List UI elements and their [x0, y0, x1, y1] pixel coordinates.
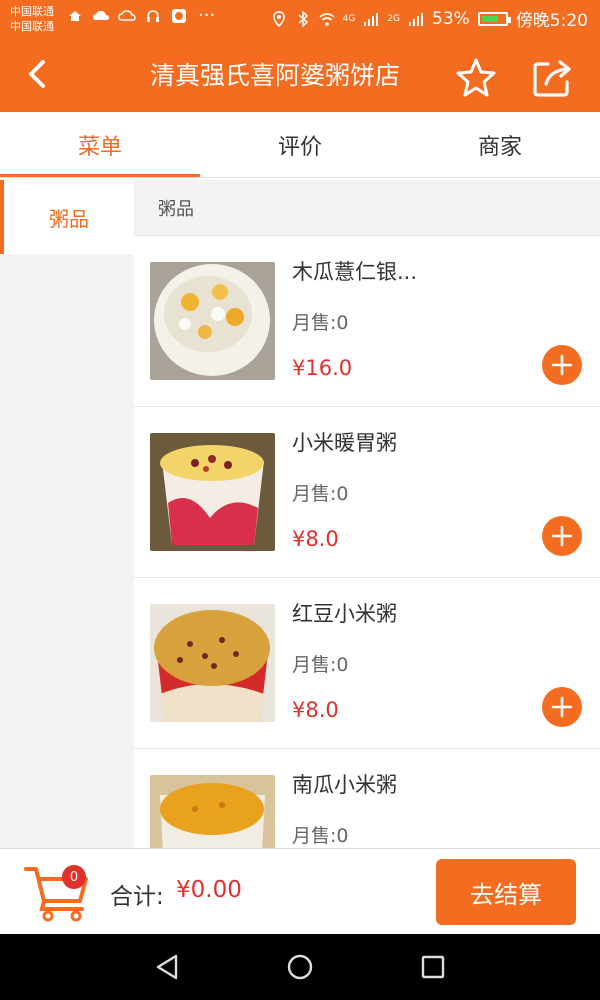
product-item[interactable]: 红豆小米粥 月售:0 ¥8.0	[134, 578, 600, 749]
back-chevron-icon	[29, 60, 45, 88]
cloud-icon	[93, 11, 109, 20]
status-bar: 中国联通 中国联通 ··· 4G 2G 53% 傍晚5:20	[0, 0, 600, 38]
product-name: 木瓜薏仁银...	[292, 260, 418, 284]
app-notification-icon	[172, 9, 186, 23]
product-price: ¥8.0	[292, 527, 339, 551]
tab-reviews[interactable]: 评价	[200, 112, 400, 177]
product-price: ¥16.0	[292, 356, 353, 380]
nav-home-button[interactable]	[285, 952, 315, 982]
tab-bar: 菜单 评价 商家	[0, 112, 600, 178]
product-item[interactable]: 木瓜薏仁银... 月售:0 ¥16.0	[134, 236, 600, 407]
cart-bar: 0 合计: ¥0.00 去结算	[0, 848, 600, 934]
tab-merchant[interactable]: 商家	[400, 112, 600, 177]
back-button[interactable]	[18, 54, 58, 94]
headset-icon	[147, 10, 159, 22]
add-to-cart-button[interactable]	[542, 687, 582, 727]
notification-icons: ···	[66, 5, 216, 26]
checkout-button[interactable]: 去结算	[436, 859, 576, 925]
product-item[interactable]: 南瓜小米粥 月售:0	[134, 749, 600, 848]
title-bar: 清真强氏喜阿婆粥饼店	[0, 38, 600, 112]
product-monthly-sales: 月售:0	[292, 825, 349, 847]
nav-recents-button[interactable]	[418, 952, 448, 982]
status-right: 4G 2G 53% 傍晚5:20	[271, 6, 588, 31]
location-icon	[272, 10, 285, 27]
cart-count-badge: 0	[62, 865, 86, 889]
product-image	[150, 604, 275, 722]
share-icon	[533, 60, 571, 97]
favorite-button[interactable]	[452, 54, 500, 102]
tab-menu[interactable]: 菜单	[0, 112, 200, 177]
plus-icon	[551, 525, 573, 547]
signal-2-icon	[409, 12, 424, 26]
nav-back-button[interactable]	[152, 952, 182, 982]
star-icon	[456, 58, 496, 97]
clock: 傍晚5:20	[515, 11, 588, 31]
product-list[interactable]: 粥品 木瓜薏仁银... 月售:0 ¥16.0 小米暖胃粥 月售:0 ¥8.0 红…	[134, 180, 600, 848]
product-price: ¥8.0	[292, 698, 339, 722]
product-name: 红豆小米粥	[292, 602, 397, 626]
section-header: 粥品	[134, 180, 600, 236]
carrier-labels: 中国联通 中国联通	[10, 4, 54, 34]
add-to-cart-button[interactable]	[542, 345, 582, 385]
product-image	[150, 433, 275, 551]
app-header: 中国联通 中国联通 ··· 4G 2G 53% 傍晚5:20 清真强氏喜阿婆粥饼…	[0, 0, 600, 112]
carrier-1: 中国联通	[10, 5, 54, 18]
product-monthly-sales: 月售:0	[292, 312, 349, 334]
category-item-porridge[interactable]: 粥品	[0, 180, 134, 254]
product-image	[150, 262, 275, 380]
more-notifications: ···	[198, 5, 216, 26]
bluetooth-icon	[298, 10, 308, 27]
add-to-cart-button[interactable]	[542, 516, 582, 556]
carrier-2: 中国联通	[10, 20, 54, 33]
product-name: 小米暖胃粥	[292, 431, 397, 455]
plus-icon	[551, 354, 573, 376]
category-sidebar: 粥品	[0, 180, 134, 848]
product-monthly-sales: 月售:0	[292, 483, 349, 505]
share-button[interactable]	[528, 54, 576, 102]
plus-icon	[551, 696, 573, 718]
triangle-back-icon	[156, 954, 178, 980]
weather-icon	[118, 10, 136, 21]
wifi-icon	[319, 12, 335, 26]
total-amount: ¥0.00	[176, 877, 242, 903]
battery-icon	[477, 11, 511, 26]
battery-percent: 53%	[432, 8, 470, 29]
square-recents-icon	[421, 955, 445, 979]
product-image	[150, 775, 275, 848]
system-nav-bar	[0, 934, 600, 1000]
page-title: 清真强氏喜阿婆粥饼店	[150, 61, 401, 90]
signal-1-type: 4G	[342, 13, 356, 24]
home-icon	[69, 11, 81, 21]
circle-home-icon	[287, 954, 313, 980]
product-item[interactable]: 小米暖胃粥 月售:0 ¥8.0	[134, 407, 600, 578]
total-label: 合计:	[110, 884, 164, 910]
signal-2-type: 2G	[387, 13, 401, 24]
signal-1-icon	[364, 12, 379, 26]
product-monthly-sales: 月售:0	[292, 654, 349, 676]
product-name: 南瓜小米粥	[292, 773, 397, 797]
